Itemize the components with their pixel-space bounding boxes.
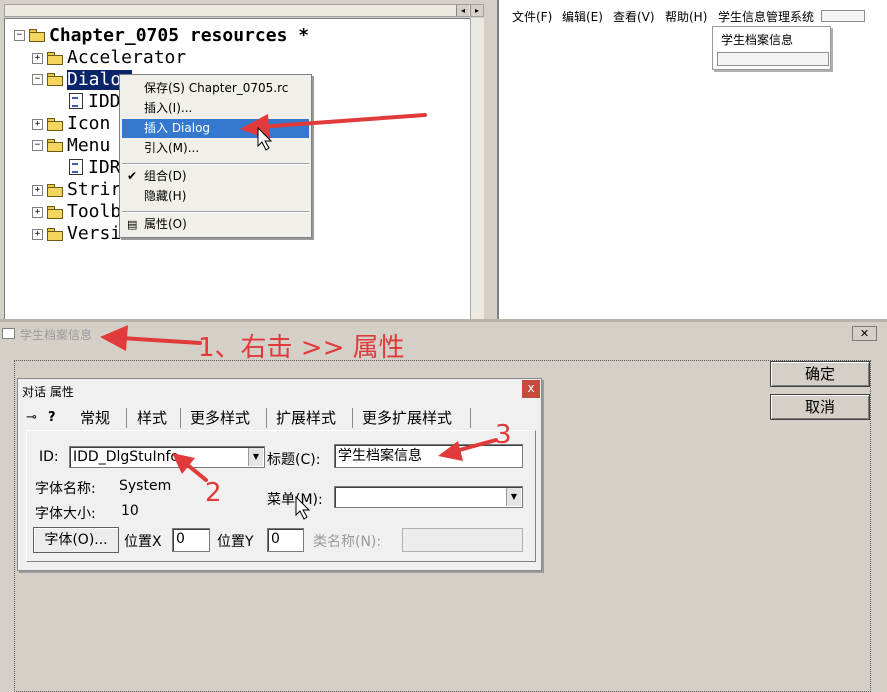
menu-separator <box>122 211 309 213</box>
collapse-icon[interactable]: − <box>32 140 43 151</box>
font-name-value: System <box>119 478 172 494</box>
annotation-step-1: 1、右击 >> 属性 <box>198 333 405 363</box>
folder-icon <box>47 206 63 219</box>
folder-icon <box>47 228 63 241</box>
collapse-icon[interactable]: − <box>14 30 25 41</box>
expand-icon[interactable]: + <box>32 207 43 218</box>
menu-resource-icon <box>69 159 83 175</box>
menu-separator <box>122 163 309 165</box>
id-value: IDD_DlgStuInfo <box>73 449 179 465</box>
tree-item-toolbar[interactable]: Toolb <box>67 202 121 222</box>
expand-icon[interactable]: + <box>32 53 43 64</box>
tab-extended-styles[interactable]: 扩展样式 <box>276 406 336 430</box>
menu-editor-panel: 文件(F) 编辑(E) 查看(V) 帮助(H) 学生信息管理系统 学生档案信息 <box>497 0 887 322</box>
font-size-label: 字体大小: <box>35 506 96 522</box>
new-menu-placeholder[interactable] <box>821 10 865 22</box>
tab-divider <box>180 408 181 428</box>
tree-item-accelerator[interactable]: Accelerator <box>67 48 186 68</box>
cancel-button[interactable]: 取消 <box>770 394 870 420</box>
folder-icon <box>47 184 63 197</box>
menu-item-group[interactable]: ✔ 组合(D) <box>122 167 309 186</box>
menu-item-insert[interactable]: 插入(I)... <box>122 99 309 118</box>
font-name-label: 字体名称: <box>35 481 96 497</box>
menu-item-hide[interactable]: 隐藏(H) <box>122 187 309 206</box>
properties-title: 对话 属性 <box>22 385 74 399</box>
caption-label: 标题(C): <box>267 452 321 468</box>
close-icon[interactable]: x <box>522 380 540 398</box>
tree-item-menu[interactable]: Menu <box>67 136 110 156</box>
tab-general[interactable]: 常规 <box>80 406 110 430</box>
new-menu-item-placeholder[interactable] <box>717 52 829 66</box>
pin-icon[interactable]: ⊸ <box>26 406 37 430</box>
dialog-caption[interactable]: 学生档案信息 <box>20 326 92 343</box>
folder-open-icon <box>29 29 45 42</box>
menu-dropdown: 学生档案信息 <box>712 26 831 70</box>
chevron-down-icon[interactable]: ▼ <box>506 488 521 506</box>
tree-root[interactable]: Chapter_0705 resources * <box>49 26 309 46</box>
check-icon: ✔ <box>127 169 138 183</box>
menu-help[interactable]: 帮助(H) <box>665 8 707 26</box>
tab-styles[interactable]: 样式 <box>137 406 167 430</box>
tree-item-string[interactable]: Strir <box>67 180 121 200</box>
help-icon[interactable]: ? <box>48 406 56 430</box>
tree-horizontal-scrollbar[interactable]: ◂ ▸ <box>4 4 484 17</box>
annotation-step-3: 3 <box>495 420 512 450</box>
menu-bar: 文件(F) 编辑(E) 查看(V) 帮助(H) 学生信息管理系统 <box>499 8 887 26</box>
dialog-window-icon <box>2 328 15 339</box>
context-menu: 保存(S) Chapter_0705.rc 插入(I)... 插入 Dialog… <box>119 74 312 238</box>
scroll-right-icon[interactable]: ▸ <box>470 5 483 16</box>
tree-item-menu-child[interactable]: IDR <box>88 158 121 178</box>
pos-x-label: 位置X <box>124 534 162 550</box>
pos-x-field[interactable]: 0 <box>172 528 210 552</box>
menu-app[interactable]: 学生信息管理系统 <box>718 8 814 26</box>
tab-divider <box>266 408 267 428</box>
tree-item-version[interactable]: Versi <box>67 224 121 244</box>
menu-view[interactable]: 查看(V) <box>613 8 655 26</box>
pos-y-field[interactable]: 0 <box>267 528 304 552</box>
class-name-field <box>402 528 523 552</box>
menu-item-student-record[interactable]: 学生档案信息 <box>721 31 793 48</box>
class-name-label: 类名称(N): <box>313 534 382 550</box>
menu-combobox[interactable]: ▼ <box>334 486 523 508</box>
expand-icon[interactable]: + <box>32 229 43 240</box>
scroll-left-icon[interactable]: ◂ <box>456 5 469 16</box>
menu-item-insert-dialog[interactable]: 插入 Dialog <box>122 119 309 138</box>
menu-item-properties[interactable]: ▤ 属性(O) <box>122 215 309 234</box>
menu-item-import[interactable]: 引入(M)... <box>122 139 309 158</box>
menu-item-save[interactable]: 保存(S) Chapter_0705.rc <box>122 79 309 98</box>
dialog-properties-window: 对话 属性 x ⊸ ? 常规 样式 更多样式 扩展样式 更多扩展样式 ID: I… <box>17 378 542 571</box>
font-button[interactable]: 字体(O)... <box>33 527 119 553</box>
collapse-icon[interactable]: − <box>32 74 43 85</box>
folder-icon <box>47 52 63 65</box>
pos-y-label: 位置Y <box>217 534 254 550</box>
tree-item-icon[interactable]: Icon <box>67 114 110 134</box>
dialog-resource-icon <box>69 93 83 109</box>
id-label: ID: <box>39 449 59 465</box>
menu-edit[interactable]: 编辑(E) <box>562 8 603 26</box>
tree-item-dialog-child[interactable]: IDD <box>88 92 121 112</box>
menu-item-group-label: 组合(D) <box>144 169 187 183</box>
menu-file[interactable]: 文件(F) <box>512 8 552 26</box>
properties-icon: ▤ <box>127 218 138 231</box>
folder-open-icon <box>47 139 63 152</box>
close-icon[interactable]: ✕ <box>852 326 877 341</box>
expand-icon[interactable]: + <box>32 185 43 196</box>
folder-icon <box>47 118 63 131</box>
tab-divider <box>470 408 471 428</box>
folder-open-icon <box>47 73 63 86</box>
tab-divider <box>352 408 353 428</box>
font-size-value: 10 <box>121 503 139 519</box>
menu-label: 菜单(M): <box>267 492 323 508</box>
ok-button[interactable]: 确定 <box>770 361 870 387</box>
tab-more-extended-styles[interactable]: 更多扩展样式 <box>362 406 452 430</box>
tab-more-styles[interactable]: 更多样式 <box>190 406 250 430</box>
tab-divider <box>126 408 127 428</box>
annotation-step-2: 2 <box>205 478 222 508</box>
tree-vertical-scrollbar[interactable] <box>470 18 484 320</box>
id-combobox[interactable]: IDD_DlgStuInfo ▼ <box>69 446 265 468</box>
menu-item-properties-label: 属性(O) <box>144 217 187 231</box>
expand-icon[interactable]: + <box>32 119 43 130</box>
chevron-down-icon[interactable]: ▼ <box>248 448 263 466</box>
